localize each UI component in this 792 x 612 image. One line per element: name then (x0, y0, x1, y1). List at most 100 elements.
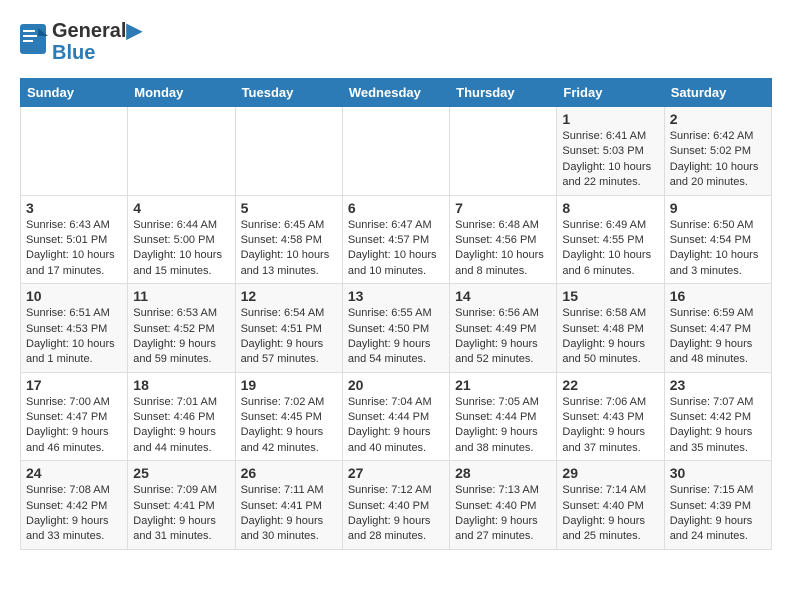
day-number: 22 (562, 377, 658, 393)
day-info: Sunrise: 7:12 AM Sunset: 4:40 PM Dayligh… (348, 483, 444, 545)
day-number: 27 (348, 465, 444, 481)
header: General▶ Blue (20, 20, 772, 64)
calendar-cell: 23 Sunrise: 7:07 AM Sunset: 4:42 PM Dayli… (664, 372, 771, 461)
day-info: Sunrise: 6:51 AM Sunset: 4:53 PM Dayligh… (26, 306, 122, 368)
day-number: 1 (562, 111, 658, 127)
calendar-cell: 27 Sunrise: 7:12 AM Sunset: 4:40 PM Dayli… (342, 461, 449, 550)
day-number: 21 (455, 377, 551, 393)
day-info: Sunrise: 7:11 AM Sunset: 4:41 PM Dayligh… (241, 483, 337, 545)
calendar-cell: 15 Sunrise: 6:58 AM Sunset: 4:48 PM Dayli… (557, 284, 664, 373)
day-info: Sunrise: 6:47 AM Sunset: 4:57 PM Dayligh… (348, 218, 444, 280)
day-info: Sunrise: 6:54 AM Sunset: 4:51 PM Dayligh… (241, 306, 337, 368)
day-info: Sunrise: 6:55 AM Sunset: 4:50 PM Dayligh… (348, 306, 444, 368)
calendar-cell: 30 Sunrise: 7:15 AM Sunset: 4:39 PM Dayli… (664, 461, 771, 550)
week-row-0: 1 Sunrise: 6:41 AM Sunset: 5:03 PM Daylig… (21, 107, 772, 196)
day-info: Sunrise: 6:59 AM Sunset: 4:47 PM Dayligh… (670, 306, 766, 368)
day-number: 13 (348, 288, 444, 304)
logo-icon (20, 24, 48, 56)
calendar-cell: 4Sunrise: 6:44 AM Sunset: 5:00 PM Daylig… (128, 195, 235, 284)
day-number: 16 (670, 288, 766, 304)
calendar-cell (342, 107, 449, 196)
day-number: 15 (562, 288, 658, 304)
day-number: 17 (26, 377, 122, 393)
calendar-cell: 7 Sunrise: 6:48 AM Sunset: 4:56 PM Daylig… (450, 195, 557, 284)
day-info: Sunrise: 6:49 AM Sunset: 4:55 PM Dayligh… (562, 218, 658, 280)
day-info: Sunrise: 6:53 AM Sunset: 4:52 PM Dayligh… (133, 306, 229, 368)
day-info: Sunrise: 7:08 AM Sunset: 4:42 PM Dayligh… (26, 483, 122, 545)
logo-line2: Blue (52, 42, 142, 64)
calendar-cell: 16 Sunrise: 6:59 AM Sunset: 4:47 PM Dayli… (664, 284, 771, 373)
day-info: Sunrise: 7:04 AM Sunset: 4:44 PM Dayligh… (348, 395, 444, 457)
calendar-cell: 3Sunrise: 6:43 AM Sunset: 5:01 PM Daylig… (21, 195, 128, 284)
logo: General▶ Blue (20, 20, 142, 64)
day-number: 26 (241, 465, 337, 481)
day-info: Sunrise: 6:42 AM Sunset: 5:02 PM Dayligh… (670, 129, 766, 191)
week-row-3: 17 Sunrise: 7:00 AM Sunset: 4:47 PM Dayli… (21, 372, 772, 461)
day-info: Sunrise: 7:13 AM Sunset: 4:40 PM Dayligh… (455, 483, 551, 545)
day-number: 12 (241, 288, 337, 304)
day-info: Sunrise: 6:43 AM Sunset: 5:01 PM Dayligh… (26, 218, 122, 280)
day-info: Sunrise: 7:05 AM Sunset: 4:44 PM Dayligh… (455, 395, 551, 457)
day-info: Sunrise: 7:06 AM Sunset: 4:43 PM Dayligh… (562, 395, 658, 457)
header-thursday: Thursday (450, 79, 557, 107)
calendar-cell (128, 107, 235, 196)
day-number: 24 (26, 465, 122, 481)
calendar-cell: 10Sunrise: 6:51 AM Sunset: 4:53 PM Dayli… (21, 284, 128, 373)
day-number: 7 (455, 200, 551, 216)
day-info: Sunrise: 6:48 AM Sunset: 4:56 PM Dayligh… (455, 218, 551, 280)
calendar-cell: 28Sunrise: 7:13 AM Sunset: 4:40 PM Dayli… (450, 461, 557, 550)
calendar-table: SundayMondayTuesdayWednesdayThursdayFrid… (20, 78, 772, 550)
day-info: Sunrise: 7:14 AM Sunset: 4:40 PM Dayligh… (562, 483, 658, 545)
day-info: Sunrise: 6:44 AM Sunset: 5:00 PM Dayligh… (133, 218, 229, 280)
calendar-cell: 14Sunrise: 6:56 AM Sunset: 4:49 PM Dayli… (450, 284, 557, 373)
day-info: Sunrise: 7:00 AM Sunset: 4:47 PM Dayligh… (26, 395, 122, 457)
header-friday: Friday (557, 79, 664, 107)
day-number: 2 (670, 111, 766, 127)
header-row: SundayMondayTuesdayWednesdayThursdayFrid… (21, 79, 772, 107)
header-sunday: Sunday (21, 79, 128, 107)
week-row-2: 10Sunrise: 6:51 AM Sunset: 4:53 PM Dayli… (21, 284, 772, 373)
calendar-cell: 9Sunrise: 6:50 AM Sunset: 4:54 PM Daylig… (664, 195, 771, 284)
header-tuesday: Tuesday (235, 79, 342, 107)
calendar-cell: 21 Sunrise: 7:05 AM Sunset: 4:44 PM Dayli… (450, 372, 557, 461)
calendar-cell: 12 Sunrise: 6:54 AM Sunset: 4:51 PM Dayli… (235, 284, 342, 373)
calendar-cell: 29 Sunrise: 7:14 AM Sunset: 4:40 PM Dayli… (557, 461, 664, 550)
day-info: Sunrise: 6:45 AM Sunset: 4:58 PM Dayligh… (241, 218, 337, 280)
calendar-cell: 17 Sunrise: 7:00 AM Sunset: 4:47 PM Dayli… (21, 372, 128, 461)
calendar-cell: 8 Sunrise: 6:49 AM Sunset: 4:55 PM Daylig… (557, 195, 664, 284)
calendar-cell: 20 Sunrise: 7:04 AM Sunset: 4:44 PM Dayli… (342, 372, 449, 461)
calendar-cell: 13 Sunrise: 6:55 AM Sunset: 4:50 PM Dayli… (342, 284, 449, 373)
day-info: Sunrise: 7:07 AM Sunset: 4:42 PM Dayligh… (670, 395, 766, 457)
day-number: 19 (241, 377, 337, 393)
day-info: Sunrise: 7:15 AM Sunset: 4:39 PM Dayligh… (670, 483, 766, 545)
calendar-cell: 6 Sunrise: 6:47 AM Sunset: 4:57 PM Daylig… (342, 195, 449, 284)
day-info: Sunrise: 7:01 AM Sunset: 4:46 PM Dayligh… (133, 395, 229, 457)
day-number: 9 (670, 200, 766, 216)
day-info: Sunrise: 6:41 AM Sunset: 5:03 PM Dayligh… (562, 129, 658, 191)
header-wednesday: Wednesday (342, 79, 449, 107)
calendar-cell: 5Sunrise: 6:45 AM Sunset: 4:58 PM Daylig… (235, 195, 342, 284)
day-number: 8 (562, 200, 658, 216)
day-number: 11 (133, 288, 229, 304)
day-info: Sunrise: 6:58 AM Sunset: 4:48 PM Dayligh… (562, 306, 658, 368)
day-number: 6 (348, 200, 444, 216)
calendar-cell: 26 Sunrise: 7:11 AM Sunset: 4:41 PM Dayli… (235, 461, 342, 550)
header-monday: Monday (128, 79, 235, 107)
day-info: Sunrise: 7:02 AM Sunset: 4:45 PM Dayligh… (241, 395, 337, 457)
calendar-cell (450, 107, 557, 196)
day-number: 29 (562, 465, 658, 481)
week-row-4: 24 Sunrise: 7:08 AM Sunset: 4:42 PM Dayli… (21, 461, 772, 550)
calendar-cell: 1 Sunrise: 6:41 AM Sunset: 5:03 PM Daylig… (557, 107, 664, 196)
calendar-cell (21, 107, 128, 196)
logo-line1: General▶ (52, 20, 142, 42)
page-container: General▶ Blue SundayMondayTuesdayWednesd… (0, 0, 792, 560)
day-number: 25 (133, 465, 229, 481)
day-info: Sunrise: 6:56 AM Sunset: 4:49 PM Dayligh… (455, 306, 551, 368)
day-number: 18 (133, 377, 229, 393)
calendar-cell: 11 Sunrise: 6:53 AM Sunset: 4:52 PM Dayli… (128, 284, 235, 373)
day-number: 23 (670, 377, 766, 393)
calendar-cell: 18 Sunrise: 7:01 AM Sunset: 4:46 PM Dayli… (128, 372, 235, 461)
day-number: 20 (348, 377, 444, 393)
calendar-cell: 25Sunrise: 7:09 AM Sunset: 4:41 PM Dayli… (128, 461, 235, 550)
day-number: 30 (670, 465, 766, 481)
